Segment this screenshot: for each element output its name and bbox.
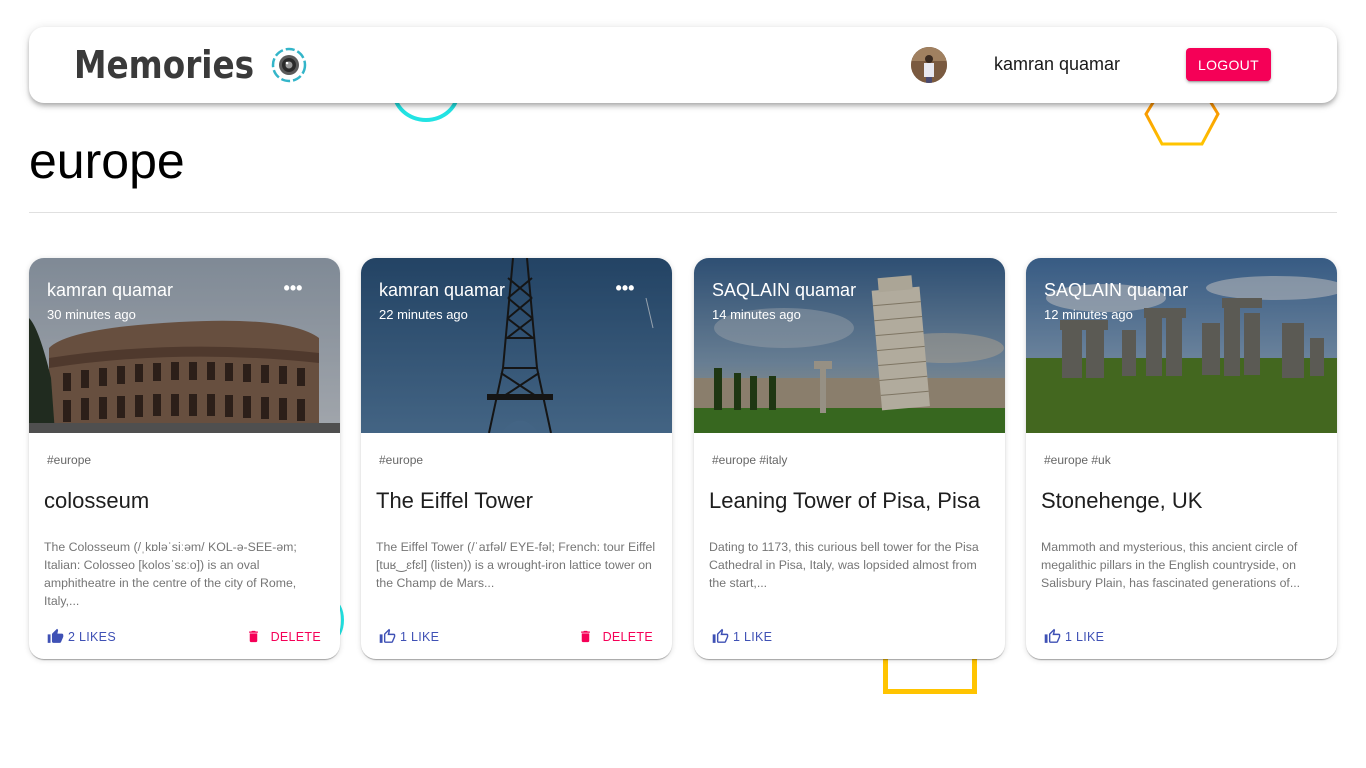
logout-button[interactable]: LOGOUT [1186, 48, 1271, 81]
post-tags: #europe #italy [712, 453, 788, 467]
post-author: SAQLAIN quamar [1044, 280, 1189, 300]
delete-button[interactable]: DELETE [578, 628, 653, 645]
like-button[interactable]: 1 LIKE [379, 628, 439, 645]
user-name: kamran quamar [994, 54, 1121, 74]
like-button[interactable]: 2 LIKES [47, 628, 116, 645]
post-description: The Colosseum (/ˌkɒləˈsiːəm/ KOL-ə-SEE-ə… [44, 540, 297, 608]
post-title: Leaning Tower of Pisa, Pisa [709, 488, 981, 513]
post-tags: #europe [47, 453, 92, 467]
more-options-icon[interactable]: ••• [279, 278, 307, 302]
like-count: 1 LIKE [400, 629, 440, 644]
thumb-up-outline-icon [1044, 628, 1061, 643]
avatar[interactable] [911, 47, 947, 83]
user-photo [911, 47, 947, 83]
brand-title: Memories [74, 43, 255, 87]
post-time: 22 minutes ago [379, 307, 468, 322]
post-author: kamran quamar [47, 280, 174, 300]
delete-label: DELETE [602, 629, 653, 644]
camera-lens-icon [271, 47, 307, 83]
post-author: kamran quamar [379, 280, 506, 300]
post-card[interactable]: SAQLAIN quamar 12 minutes ago #europe #u… [1026, 258, 1337, 659]
thumb-up-outline-icon [379, 628, 396, 643]
like-count: 1 LIKE [1065, 629, 1105, 644]
post-time: 14 minutes ago [712, 307, 801, 322]
trash-icon [248, 630, 258, 643]
post-description: Mammoth and mysterious, this ancient cir… [1041, 540, 1301, 590]
like-button[interactable]: 1 LIKE [712, 628, 772, 645]
post-card[interactable]: kamran quamar 30 minutes ago ••• #europe… [29, 258, 340, 659]
post-card[interactable]: kamran quamar 22 minutes ago ••• #europe… [361, 258, 672, 659]
thumb-up-outline-icon [712, 628, 729, 643]
thumb-up-filled-icon [47, 628, 64, 643]
post-tags: #europe #uk [1044, 453, 1111, 467]
post-author: SAQLAIN quamar [712, 280, 857, 300]
like-button[interactable]: 1 LIKE [1044, 628, 1104, 645]
post-title: The Eiffel Tower [376, 488, 533, 513]
post-description: The Eiffel Tower (/ˈaɪfəl/ EYE-fəl; Fren… [376, 540, 656, 590]
post-title: colosseum [44, 488, 150, 513]
like-count: 2 LIKES [68, 629, 116, 644]
page-title: europe [29, 133, 185, 189]
post-time: 12 minutes ago [1044, 307, 1133, 322]
brand[interactable]: Memories [74, 41, 283, 89]
post-tags: #europe [379, 453, 424, 467]
trash-icon [580, 630, 590, 643]
like-count: 1 LIKE [733, 629, 773, 644]
app-bar: Memories kamran quamar LOGOUT [29, 27, 1337, 103]
post-time: 30 minutes ago [47, 307, 136, 322]
post-title: Stonehenge, UK [1041, 488, 1203, 513]
more-options-icon[interactable]: ••• [611, 278, 639, 302]
post-card[interactable]: SAQLAIN quamar 14 minutes ago #europe #i… [694, 258, 1005, 659]
post-description: Dating to 1173, this curious bell tower … [709, 540, 979, 590]
divider [29, 212, 1337, 213]
delete-label: DELETE [270, 629, 321, 644]
delete-button[interactable]: DELETE [246, 628, 321, 645]
